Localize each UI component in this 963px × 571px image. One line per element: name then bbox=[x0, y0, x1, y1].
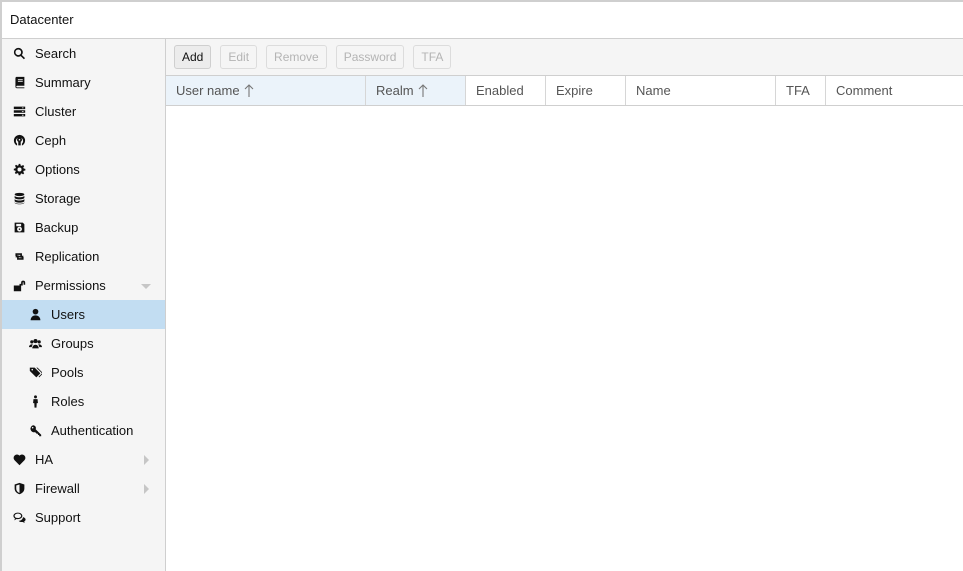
column-header-enabled[interactable]: Enabled bbox=[466, 76, 546, 105]
sidebar-item-label: Roles bbox=[51, 394, 85, 409]
grid-header: User name Realm Enabled Expire Name TFA … bbox=[166, 76, 963, 106]
sidebar-item-label: Summary bbox=[35, 75, 91, 90]
sidebar-item-label: Ceph bbox=[35, 133, 67, 148]
search-icon bbox=[12, 47, 26, 61]
column-label: Name bbox=[636, 83, 671, 98]
sidebar-item-authentication[interactable]: Authentication bbox=[2, 416, 165, 445]
users-icon bbox=[28, 337, 42, 351]
sidebar-item-label: Authentication bbox=[51, 423, 134, 438]
sidebar-item-ha[interactable]: HA bbox=[2, 445, 165, 474]
floppy-icon bbox=[12, 221, 26, 235]
sidebar-item-cluster[interactable]: Cluster bbox=[2, 97, 165, 126]
edit-button[interactable]: Edit bbox=[220, 45, 258, 69]
sidebar-item-label: Groups bbox=[51, 336, 94, 351]
column-label: Realm bbox=[376, 83, 414, 98]
chevron-down-icon[interactable] bbox=[141, 283, 151, 289]
gear-icon bbox=[12, 163, 26, 177]
add-button[interactable]: Add bbox=[174, 45, 212, 69]
sidebar-item-replication[interactable]: Replication bbox=[2, 242, 165, 271]
ceph-icon bbox=[12, 134, 26, 148]
sidebar-item-options[interactable]: Options bbox=[2, 155, 165, 184]
shield-icon bbox=[12, 482, 26, 496]
sidebar-item-storage[interactable]: Storage bbox=[2, 184, 165, 213]
column-label: TFA bbox=[786, 83, 810, 98]
datacenter-header: Datacenter bbox=[2, 2, 963, 39]
sidebar-item-label: Search bbox=[35, 46, 77, 61]
users-panel: Add Edit Remove Password TFA User name R… bbox=[166, 39, 963, 571]
sidebar-item-label: HA bbox=[35, 452, 54, 467]
sidebar-item-label: Support bbox=[35, 510, 81, 525]
page-title: Datacenter bbox=[10, 12, 74, 27]
book-icon bbox=[12, 76, 26, 90]
database-icon bbox=[12, 192, 26, 206]
sidebar: Search Summary Cluster Ceph Options Stor… bbox=[2, 39, 166, 571]
sidebar-item-roles[interactable]: Roles bbox=[2, 387, 165, 416]
column-label: Expire bbox=[556, 83, 593, 98]
grid-body bbox=[166, 107, 963, 571]
chevron-right-icon[interactable] bbox=[144, 483, 149, 494]
user-icon bbox=[28, 308, 42, 322]
male-icon bbox=[28, 395, 42, 409]
sidebar-item-permissions[interactable]: Permissions bbox=[2, 271, 165, 300]
column-header-comment[interactable]: Comment bbox=[826, 76, 963, 105]
tags-icon bbox=[28, 366, 42, 380]
column-label: Comment bbox=[836, 83, 893, 98]
toolbar: Add Edit Remove Password TFA bbox=[166, 39, 963, 76]
sidebar-item-ceph[interactable]: Ceph bbox=[2, 126, 165, 155]
tfa-button[interactable]: TFA bbox=[413, 45, 452, 69]
column-label: User name bbox=[176, 83, 240, 98]
sort-ascending-icon bbox=[244, 83, 254, 98]
unlock-icon bbox=[12, 279, 26, 293]
sidebar-item-label: Cluster bbox=[35, 104, 77, 119]
sidebar-item-search[interactable]: Search bbox=[2, 39, 165, 68]
sidebar-item-pools[interactable]: Pools bbox=[2, 358, 165, 387]
column-label: Enabled bbox=[476, 83, 524, 98]
server-icon bbox=[12, 105, 26, 119]
column-header-username[interactable]: User name bbox=[166, 76, 366, 105]
sidebar-item-backup[interactable]: Backup bbox=[2, 213, 165, 242]
sidebar-item-firewall[interactable]: Firewall bbox=[2, 474, 165, 503]
chevron-right-icon[interactable] bbox=[144, 454, 149, 465]
comments-icon bbox=[12, 511, 26, 525]
sidebar-item-summary[interactable]: Summary bbox=[2, 68, 165, 97]
sidebar-item-label: Backup bbox=[35, 220, 79, 235]
sidebar-item-users[interactable]: Users bbox=[2, 300, 165, 329]
sidebar-item-support[interactable]: Support bbox=[2, 503, 165, 532]
sort-ascending-icon bbox=[418, 83, 428, 98]
sidebar-item-label: Firewall bbox=[35, 481, 80, 496]
sidebar-item-label: Options bbox=[35, 162, 80, 177]
column-header-expire[interactable]: Expire bbox=[546, 76, 626, 105]
column-header-name[interactable]: Name bbox=[626, 76, 776, 105]
sidebar-item-label: Permissions bbox=[35, 278, 106, 293]
password-button[interactable]: Password bbox=[335, 45, 405, 69]
sidebar-item-groups[interactable]: Groups bbox=[2, 329, 165, 358]
sidebar-item-label: Replication bbox=[35, 249, 100, 264]
column-header-tfa[interactable]: TFA bbox=[776, 76, 826, 105]
remove-button[interactable]: Remove bbox=[266, 45, 327, 69]
heartbeat-icon bbox=[12, 453, 26, 467]
sidebar-item-label: Users bbox=[51, 307, 85, 322]
sidebar-item-label: Pools bbox=[51, 365, 84, 380]
key-icon bbox=[28, 424, 42, 438]
sidebar-item-label: Storage bbox=[35, 191, 81, 206]
retweet-icon bbox=[12, 250, 26, 264]
column-header-realm[interactable]: Realm bbox=[366, 76, 466, 105]
